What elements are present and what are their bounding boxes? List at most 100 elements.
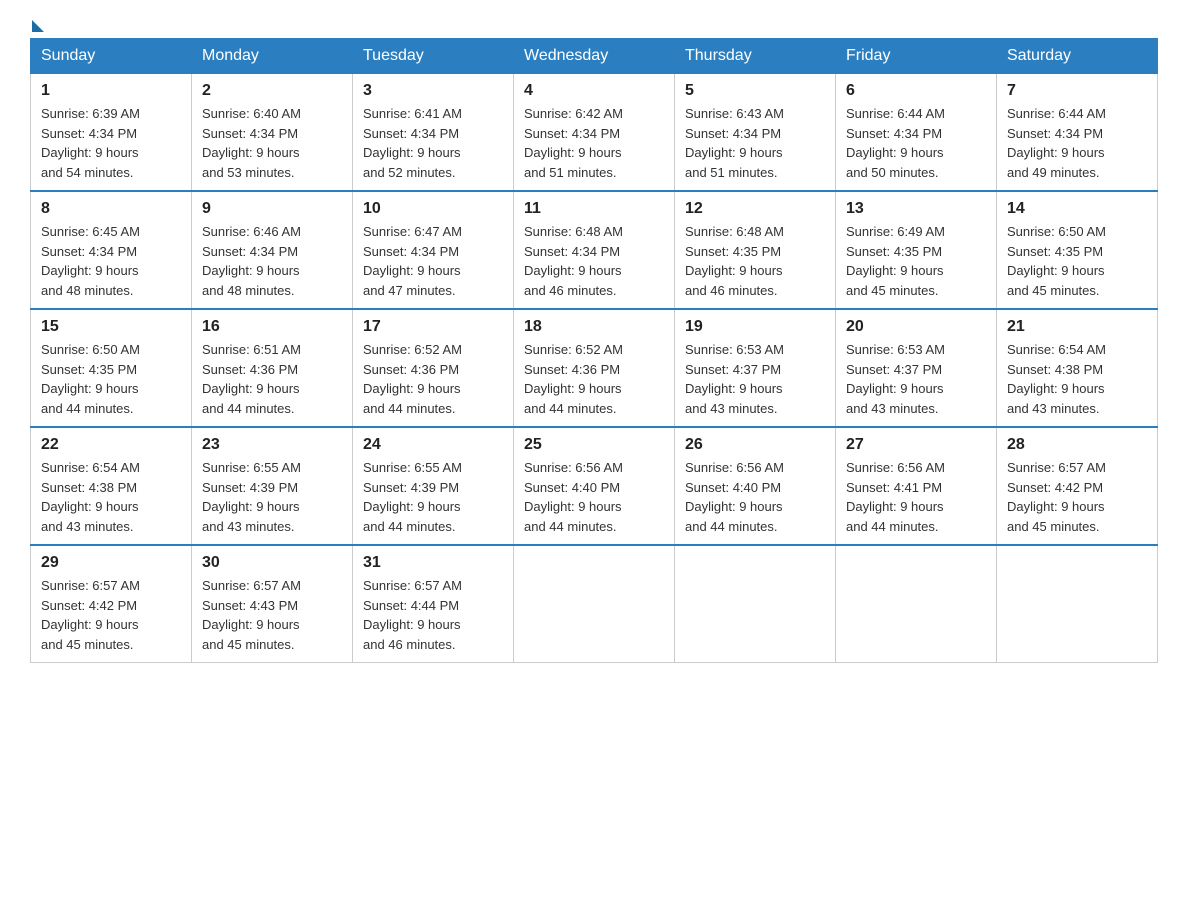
day-info: Sunrise: 6:52 AM Sunset: 4:36 PM Dayligh… xyxy=(363,340,503,418)
calendar-cell: 30 Sunrise: 6:57 AM Sunset: 4:43 PM Dayl… xyxy=(192,545,353,663)
day-info: Sunrise: 6:57 AM Sunset: 4:42 PM Dayligh… xyxy=(1007,458,1147,536)
calendar-cell: 17 Sunrise: 6:52 AM Sunset: 4:36 PM Dayl… xyxy=(353,309,514,427)
day-number: 28 xyxy=(1007,436,1147,454)
day-number: 29 xyxy=(41,554,181,572)
calendar-cell: 21 Sunrise: 6:54 AM Sunset: 4:38 PM Dayl… xyxy=(997,309,1158,427)
calendar-cell xyxy=(675,545,836,663)
day-info: Sunrise: 6:41 AM Sunset: 4:34 PM Dayligh… xyxy=(363,104,503,182)
day-info: Sunrise: 6:49 AM Sunset: 4:35 PM Dayligh… xyxy=(846,222,986,300)
calendar-cell: 1 Sunrise: 6:39 AM Sunset: 4:34 PM Dayli… xyxy=(31,74,192,192)
calendar-cell: 20 Sunrise: 6:53 AM Sunset: 4:37 PM Dayl… xyxy=(836,309,997,427)
day-number: 30 xyxy=(202,554,342,572)
calendar-cell: 3 Sunrise: 6:41 AM Sunset: 4:34 PM Dayli… xyxy=(353,74,514,192)
calendar-cell: 24 Sunrise: 6:55 AM Sunset: 4:39 PM Dayl… xyxy=(353,427,514,545)
calendar-week-row: 8 Sunrise: 6:45 AM Sunset: 4:34 PM Dayli… xyxy=(31,191,1158,309)
day-number: 26 xyxy=(685,436,825,454)
day-info: Sunrise: 6:44 AM Sunset: 4:34 PM Dayligh… xyxy=(846,104,986,182)
day-info: Sunrise: 6:54 AM Sunset: 4:38 PM Dayligh… xyxy=(41,458,181,536)
calendar-cell: 16 Sunrise: 6:51 AM Sunset: 4:36 PM Dayl… xyxy=(192,309,353,427)
calendar-cell: 8 Sunrise: 6:45 AM Sunset: 4:34 PM Dayli… xyxy=(31,191,192,309)
day-number: 5 xyxy=(685,82,825,100)
calendar-cell xyxy=(997,545,1158,663)
day-info: Sunrise: 6:53 AM Sunset: 4:37 PM Dayligh… xyxy=(846,340,986,418)
day-info: Sunrise: 6:47 AM Sunset: 4:34 PM Dayligh… xyxy=(363,222,503,300)
day-info: Sunrise: 6:56 AM Sunset: 4:40 PM Dayligh… xyxy=(524,458,664,536)
calendar-cell: 10 Sunrise: 6:47 AM Sunset: 4:34 PM Dayl… xyxy=(353,191,514,309)
calendar-header-friday: Friday xyxy=(836,39,997,74)
page-header xyxy=(30,20,1158,28)
calendar-header-row: SundayMondayTuesdayWednesdayThursdayFrid… xyxy=(31,39,1158,74)
calendar-cell xyxy=(514,545,675,663)
logo xyxy=(30,20,46,28)
calendar-header-thursday: Thursday xyxy=(675,39,836,74)
day-info: Sunrise: 6:52 AM Sunset: 4:36 PM Dayligh… xyxy=(524,340,664,418)
calendar-cell: 15 Sunrise: 6:50 AM Sunset: 4:35 PM Dayl… xyxy=(31,309,192,427)
day-info: Sunrise: 6:48 AM Sunset: 4:34 PM Dayligh… xyxy=(524,222,664,300)
calendar-table: SundayMondayTuesdayWednesdayThursdayFrid… xyxy=(30,38,1158,663)
calendar-cell: 7 Sunrise: 6:44 AM Sunset: 4:34 PM Dayli… xyxy=(997,74,1158,192)
day-number: 18 xyxy=(524,318,664,336)
calendar-cell: 19 Sunrise: 6:53 AM Sunset: 4:37 PM Dayl… xyxy=(675,309,836,427)
day-info: Sunrise: 6:46 AM Sunset: 4:34 PM Dayligh… xyxy=(202,222,342,300)
day-info: Sunrise: 6:42 AM Sunset: 4:34 PM Dayligh… xyxy=(524,104,664,182)
day-number: 3 xyxy=(363,82,503,100)
day-number: 11 xyxy=(524,200,664,218)
day-info: Sunrise: 6:57 AM Sunset: 4:43 PM Dayligh… xyxy=(202,576,342,654)
day-info: Sunrise: 6:48 AM Sunset: 4:35 PM Dayligh… xyxy=(685,222,825,300)
calendar-cell xyxy=(836,545,997,663)
day-info: Sunrise: 6:53 AM Sunset: 4:37 PM Dayligh… xyxy=(685,340,825,418)
calendar-cell: 11 Sunrise: 6:48 AM Sunset: 4:34 PM Dayl… xyxy=(514,191,675,309)
calendar-cell: 25 Sunrise: 6:56 AM Sunset: 4:40 PM Dayl… xyxy=(514,427,675,545)
day-number: 21 xyxy=(1007,318,1147,336)
day-number: 19 xyxy=(685,318,825,336)
calendar-header-wednesday: Wednesday xyxy=(514,39,675,74)
day-number: 7 xyxy=(1007,82,1147,100)
calendar-cell: 29 Sunrise: 6:57 AM Sunset: 4:42 PM Dayl… xyxy=(31,545,192,663)
calendar-cell: 22 Sunrise: 6:54 AM Sunset: 4:38 PM Dayl… xyxy=(31,427,192,545)
calendar-cell: 5 Sunrise: 6:43 AM Sunset: 4:34 PM Dayli… xyxy=(675,74,836,192)
day-number: 16 xyxy=(202,318,342,336)
calendar-header-saturday: Saturday xyxy=(997,39,1158,74)
calendar-header-sunday: Sunday xyxy=(31,39,192,74)
day-number: 6 xyxy=(846,82,986,100)
day-number: 12 xyxy=(685,200,825,218)
logo-text xyxy=(30,20,46,32)
day-number: 15 xyxy=(41,318,181,336)
day-info: Sunrise: 6:50 AM Sunset: 4:35 PM Dayligh… xyxy=(1007,222,1147,300)
day-number: 2 xyxy=(202,82,342,100)
calendar-cell: 13 Sunrise: 6:49 AM Sunset: 4:35 PM Dayl… xyxy=(836,191,997,309)
day-number: 22 xyxy=(41,436,181,454)
day-number: 20 xyxy=(846,318,986,336)
calendar-week-row: 22 Sunrise: 6:54 AM Sunset: 4:38 PM Dayl… xyxy=(31,427,1158,545)
day-number: 13 xyxy=(846,200,986,218)
day-number: 17 xyxy=(363,318,503,336)
day-info: Sunrise: 6:50 AM Sunset: 4:35 PM Dayligh… xyxy=(41,340,181,418)
calendar-week-row: 1 Sunrise: 6:39 AM Sunset: 4:34 PM Dayli… xyxy=(31,74,1158,192)
day-number: 31 xyxy=(363,554,503,572)
day-number: 24 xyxy=(363,436,503,454)
day-info: Sunrise: 6:40 AM Sunset: 4:34 PM Dayligh… xyxy=(202,104,342,182)
calendar-cell: 9 Sunrise: 6:46 AM Sunset: 4:34 PM Dayli… xyxy=(192,191,353,309)
day-info: Sunrise: 6:45 AM Sunset: 4:34 PM Dayligh… xyxy=(41,222,181,300)
calendar-cell: 31 Sunrise: 6:57 AM Sunset: 4:44 PM Dayl… xyxy=(353,545,514,663)
calendar-cell: 23 Sunrise: 6:55 AM Sunset: 4:39 PM Dayl… xyxy=(192,427,353,545)
calendar-week-row: 29 Sunrise: 6:57 AM Sunset: 4:42 PM Dayl… xyxy=(31,545,1158,663)
calendar-cell: 27 Sunrise: 6:56 AM Sunset: 4:41 PM Dayl… xyxy=(836,427,997,545)
day-info: Sunrise: 6:57 AM Sunset: 4:44 PM Dayligh… xyxy=(363,576,503,654)
day-info: Sunrise: 6:55 AM Sunset: 4:39 PM Dayligh… xyxy=(363,458,503,536)
day-number: 8 xyxy=(41,200,181,218)
day-info: Sunrise: 6:56 AM Sunset: 4:40 PM Dayligh… xyxy=(685,458,825,536)
day-info: Sunrise: 6:55 AM Sunset: 4:39 PM Dayligh… xyxy=(202,458,342,536)
calendar-cell: 28 Sunrise: 6:57 AM Sunset: 4:42 PM Dayl… xyxy=(997,427,1158,545)
day-number: 10 xyxy=(363,200,503,218)
day-number: 25 xyxy=(524,436,664,454)
calendar-cell: 26 Sunrise: 6:56 AM Sunset: 4:40 PM Dayl… xyxy=(675,427,836,545)
calendar-cell: 2 Sunrise: 6:40 AM Sunset: 4:34 PM Dayli… xyxy=(192,74,353,192)
day-number: 1 xyxy=(41,82,181,100)
calendar-cell: 4 Sunrise: 6:42 AM Sunset: 4:34 PM Dayli… xyxy=(514,74,675,192)
calendar-week-row: 15 Sunrise: 6:50 AM Sunset: 4:35 PM Dayl… xyxy=(31,309,1158,427)
day-info: Sunrise: 6:51 AM Sunset: 4:36 PM Dayligh… xyxy=(202,340,342,418)
calendar-header-tuesday: Tuesday xyxy=(353,39,514,74)
day-number: 4 xyxy=(524,82,664,100)
calendar-cell: 6 Sunrise: 6:44 AM Sunset: 4:34 PM Dayli… xyxy=(836,74,997,192)
